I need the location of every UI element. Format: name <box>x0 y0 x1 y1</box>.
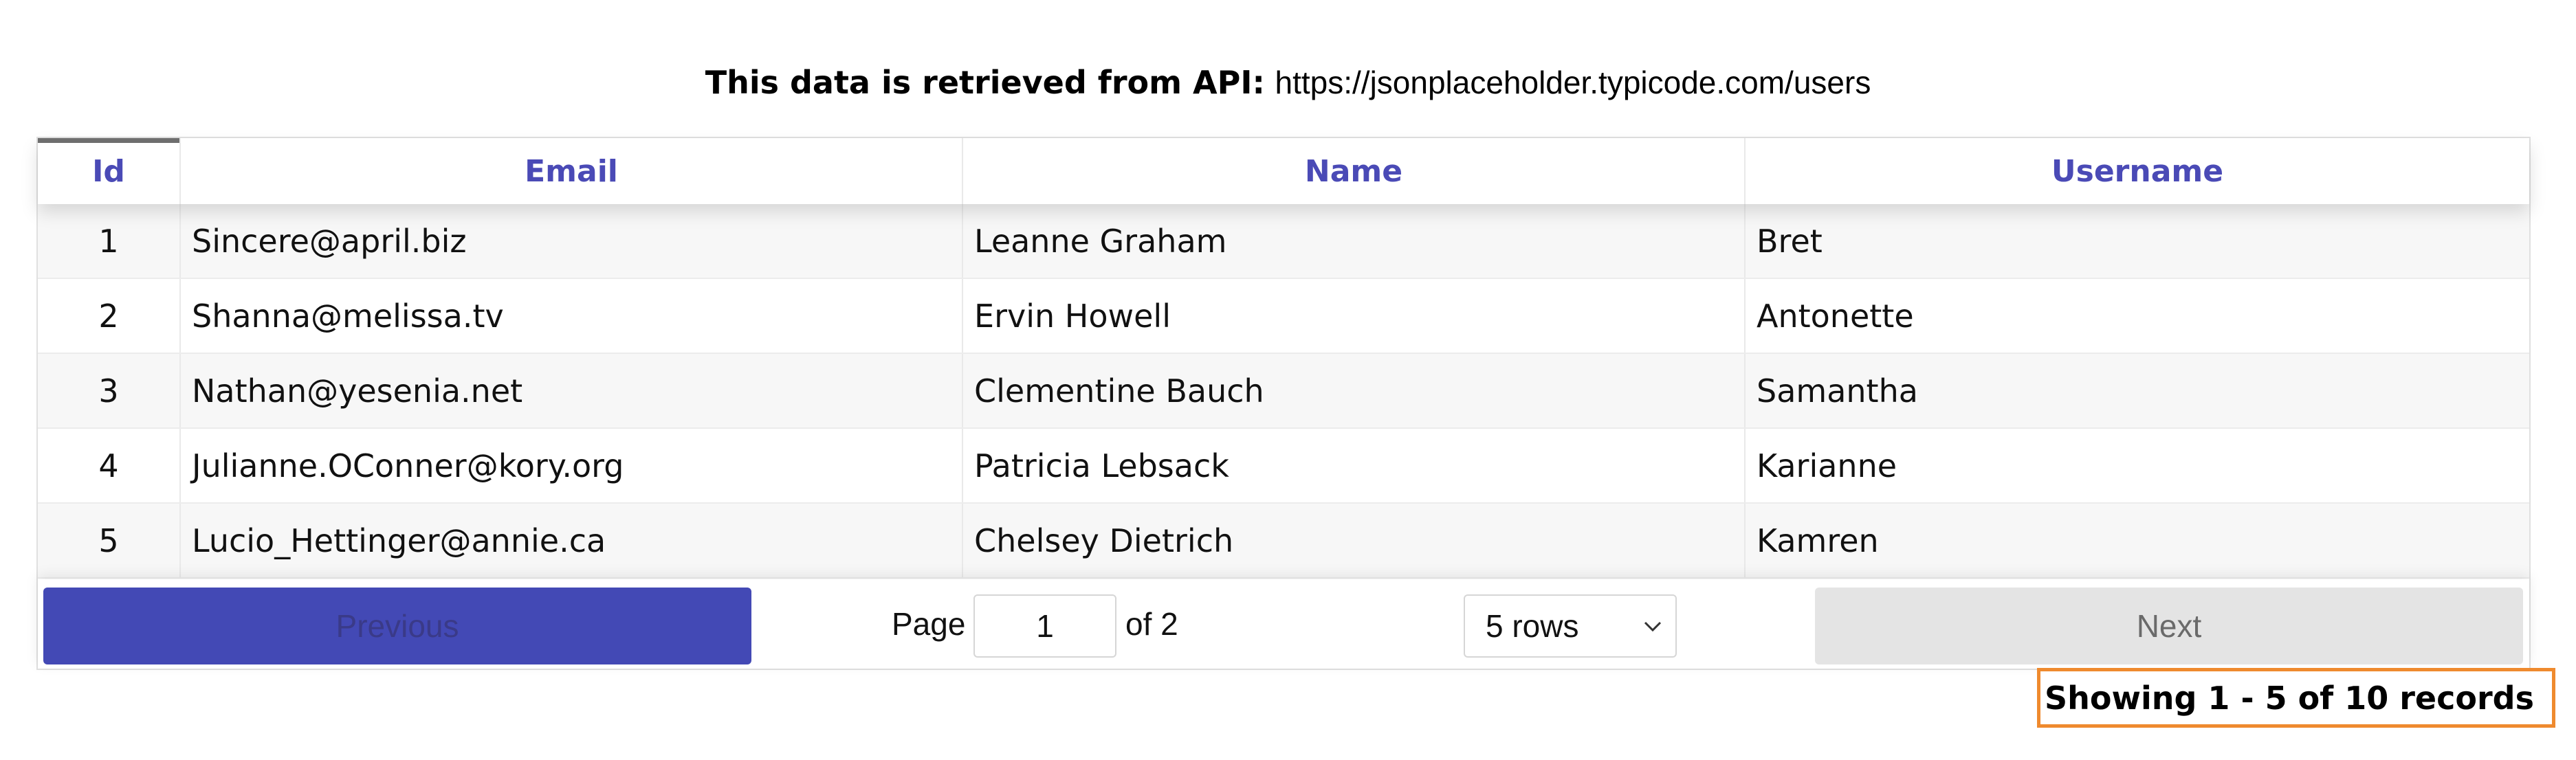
records-summary: Showing 1 - 5 of 10 records <box>2037 668 2555 728</box>
cell-id: 4 <box>38 429 181 502</box>
rows-per-page-value: 5 rows <box>1486 608 1579 644</box>
cell-name: Clementine Bauch <box>963 354 1746 427</box>
chevron-down-icon <box>1644 621 1662 632</box>
cell-username: Bret <box>1757 222 1823 260</box>
cell-id: 3 <box>38 354 181 427</box>
column-header-name[interactable]: Name <box>963 138 1746 204</box>
cell-id: 1 <box>38 204 181 278</box>
page-label: Page <box>892 606 966 642</box>
cell-email: Lucio_Hettinger@annie.ca <box>181 504 963 577</box>
table-row: 3 Nathan@yesenia.net Clementine Bauch Sa… <box>38 354 2529 429</box>
cell-email: Nathan@yesenia.net <box>181 354 963 427</box>
api-url: https://jsonplaceholder.typicode.com/use… <box>1275 65 1871 100</box>
table-body: 1 Sincere@april.biz Leanne Graham Bret 2… <box>38 204 2529 579</box>
cell-name: Patricia Lebsack <box>963 429 1746 502</box>
pagination-bar: Previous Page of 2 5 rows Next <box>38 579 2529 669</box>
column-header-email[interactable]: Email <box>181 138 963 204</box>
api-caption-label: This data is retrieved from API: <box>705 64 1265 101</box>
cell-email: Shanna@melissa.tv <box>181 279 963 353</box>
column-header-id[interactable]: Id <box>38 138 181 204</box>
cell-email: Julianne.OConner@kory.org <box>181 429 963 502</box>
cell-username: Karianne <box>1757 447 1897 484</box>
cell-username: Samantha <box>1757 372 1918 410</box>
users-table: Id Email Name Username 1 Sincere@april.b… <box>36 137 2531 670</box>
cell-name: Chelsey Dietrich <box>963 504 1746 577</box>
table-row: 2 Shanna@melissa.tv Ervin Howell Antonet… <box>38 279 2529 354</box>
previous-button[interactable]: Previous <box>43 588 751 664</box>
cell-email: Sincere@april.biz <box>181 204 963 278</box>
table-row: 5 Lucio_Hettinger@annie.ca Chelsey Dietr… <box>38 504 2529 579</box>
cell-username: Antonette <box>1757 297 1914 335</box>
rows-per-page-select[interactable]: 5 rows <box>1464 594 1677 658</box>
table-row: 1 Sincere@april.biz Leanne Graham Bret <box>38 204 2529 279</box>
cell-id: 2 <box>38 279 181 353</box>
cell-id: 5 <box>38 504 181 577</box>
page-number-input[interactable] <box>973 594 1116 658</box>
api-caption: This data is retrieved from API: https:/… <box>0 61 2576 104</box>
column-header-username[interactable]: Username <box>1746 138 2529 204</box>
table-row: 4 Julianne.OConner@kory.org Patricia Leb… <box>38 429 2529 504</box>
table-header: Id Email Name Username <box>38 138 2529 204</box>
cell-name: Ervin Howell <box>963 279 1746 353</box>
next-button[interactable]: Next <box>1815 588 2523 664</box>
page-count-label: of 2 <box>1125 606 1178 642</box>
cell-username: Kamren <box>1757 522 1879 559</box>
cell-name: Leanne Graham <box>963 204 1746 278</box>
